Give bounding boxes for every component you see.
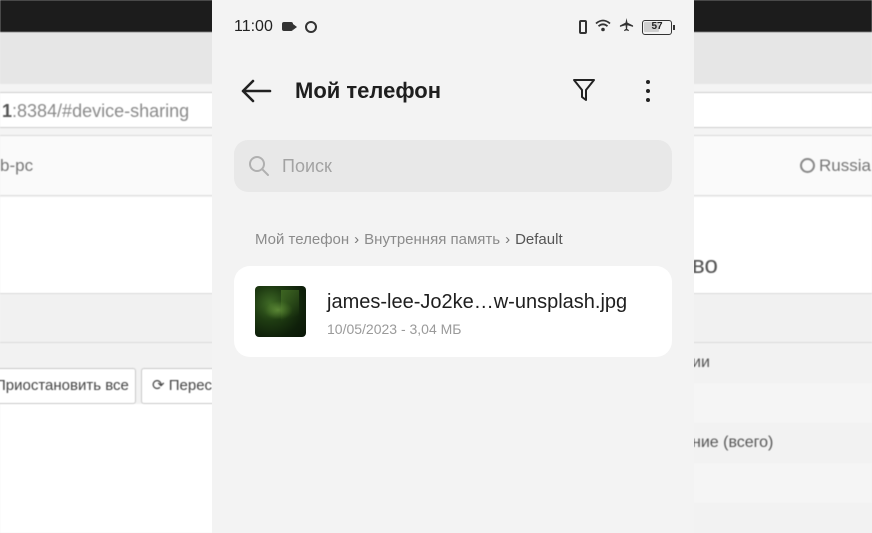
info-table: ии ние (всего)	[692, 343, 872, 503]
file-meta: 10/05/2023 - 3,04 МБ	[327, 321, 462, 337]
sync-icon	[304, 21, 317, 33]
rescan-button[interactable]: ⟳ Перес	[141, 368, 221, 404]
info-row: ние (всего)	[692, 434, 774, 451]
file-thumbnail	[255, 286, 306, 337]
status-bar: 11:00 57	[212, 0, 694, 52]
hostname-label: b-pc	[0, 156, 34, 175]
filter-icon	[572, 79, 596, 107]
browser-lower-area	[0, 404, 215, 533]
page-title: Мой телефон	[295, 78, 442, 103]
chevron-right-icon: ›	[505, 231, 511, 248]
battery-level: 57	[651, 20, 663, 32]
language-selector[interactable]: Russia	[800, 156, 871, 176]
breadcrumb: Мой телефон › Внутренняя память › Defaul…	[255, 231, 563, 248]
battery-icon: 57	[642, 19, 675, 35]
more-dot	[646, 89, 650, 93]
status-time: 11:00	[234, 18, 273, 35]
more-options-button[interactable]	[638, 77, 658, 105]
vibrate-icon	[579, 20, 587, 34]
app-toolbar: Мой телефон	[212, 60, 694, 122]
more-dot	[646, 80, 650, 84]
file-name: james-lee-Jo2ke…w-unsplash.jpg	[327, 291, 628, 313]
wifi-icon	[595, 19, 611, 36]
info-row	[692, 383, 872, 423]
browser-url-box-right[interactable]	[692, 92, 872, 128]
airplane-mode-icon	[619, 17, 634, 37]
back-arrow-icon	[240, 79, 272, 110]
screen-record-icon	[282, 22, 297, 31]
info-row	[692, 463, 872, 503]
file-list-item[interactable]: james-lee-Jo2ke…w-unsplash.jpg 10/05/202…	[234, 266, 672, 357]
pause-all-button[interactable]: Приостановить все	[0, 368, 136, 404]
globe-icon	[800, 158, 815, 173]
status-right-icons: 57	[579, 17, 675, 37]
breadcrumb-item-my-phone[interactable]: Мой телефон	[255, 231, 349, 248]
search-bar[interactable]	[234, 140, 672, 192]
refresh-icon: ⟳	[152, 377, 169, 394]
section-heading: во	[692, 252, 718, 279]
breadcrumb-item-default[interactable]: Default	[515, 231, 563, 248]
back-button[interactable]	[240, 76, 274, 106]
breadcrumb-item-internal-storage[interactable]: Внутренняя память	[364, 231, 500, 248]
more-dot	[646, 98, 650, 102]
search-input[interactable]	[282, 140, 652, 192]
filter-button[interactable]	[572, 77, 598, 105]
browser-url[interactable]: 1:8384/#device-sharing	[2, 101, 189, 122]
search-icon	[248, 155, 270, 177]
phone-screen: 11:00 57 Мой телефон Поиск Мой телефон ›…	[212, 0, 694, 533]
info-row: ии	[692, 354, 710, 371]
status-left-icons	[282, 19, 317, 34]
chevron-right-icon: ›	[354, 231, 360, 248]
